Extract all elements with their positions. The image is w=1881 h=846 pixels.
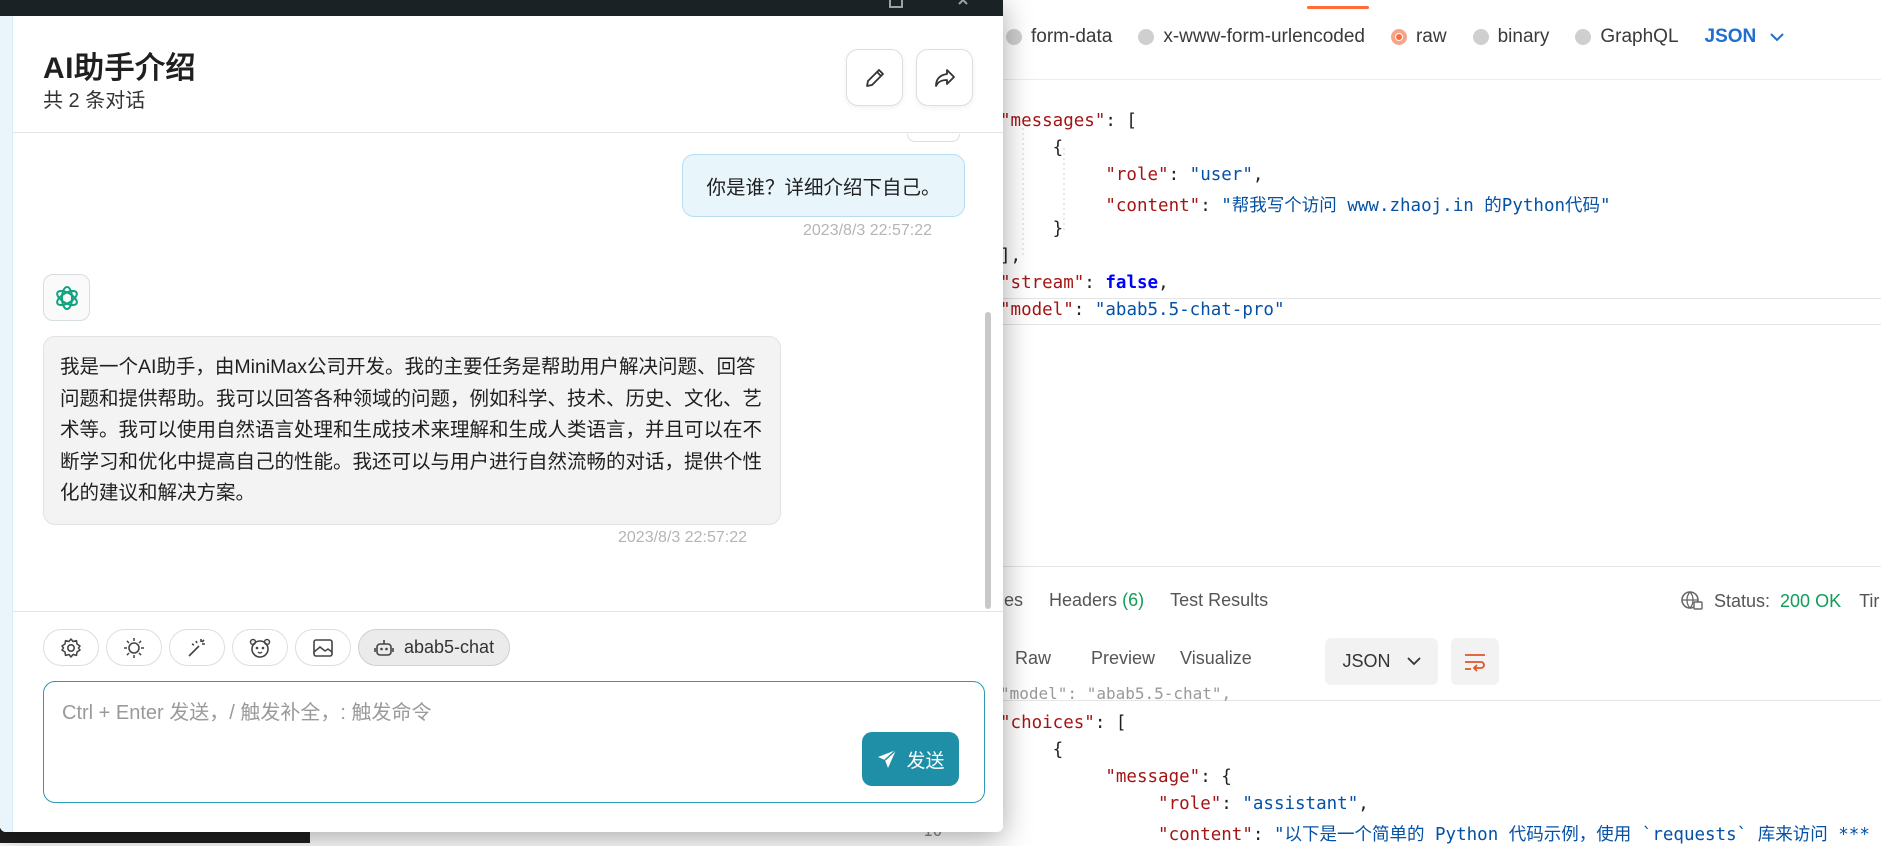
code-line: ], <box>1000 246 1022 266</box>
wrap-lines-icon <box>1465 653 1485 672</box>
model-selector[interactable]: abab5-chat <box>358 629 511 666</box>
pencil-icon <box>865 68 884 87</box>
radio-graphql[interactable]: GraphQL <box>1575 26 1679 48</box>
code-line: "messages": [ <box>1000 111 1137 131</box>
code-line: "role": "user", <box>1105 165 1264 185</box>
theme-icon <box>124 637 144 658</box>
code-line-partial: "model": "abab5.5-chat", <box>1000 684 1232 703</box>
response-status: Status: 200 OK Tir <box>1680 590 1879 612</box>
tab-bodies-partial[interactable]: ies <box>1000 590 1023 611</box>
radio-x-www-form-urlencoded[interactable]: x-www-form-urlencoded <box>1138 26 1365 48</box>
message-count: 共 2 条对话 <box>43 90 146 112</box>
radio-form-data[interactable]: form-data <box>1006 26 1112 48</box>
close-icon[interactable] <box>958 0 972 6</box>
share-icon <box>934 68 955 87</box>
active-tab-underline <box>1307 6 1369 9</box>
restore-icon[interactable] <box>889 0 903 8</box>
view-tab-visualize[interactable]: Visualize <box>1170 638 1267 679</box>
radio-raw[interactable]: raw <box>1390 26 1447 48</box>
view-tab-preview[interactable]: Preview <box>1066 638 1170 679</box>
chat-header: AI助手介绍 共 2 条对话 <box>13 16 1003 133</box>
settings-icon <box>61 637 81 658</box>
status-code: 200 OK <box>1780 590 1842 611</box>
tab-headers[interactable]: Headers (6) <box>1049 590 1144 611</box>
assistant-avatar <box>43 274 90 321</box>
code-line: "content": "以下是一个简单的 Python 代码示例，使用 `req… <box>1158 825 1870 845</box>
chat-modal: AI助手介绍 共 2 条对话 你是谁？详细介绍下自己。 2023/8/3 22:… <box>0 0 1003 832</box>
sidebar-edge <box>0 16 13 832</box>
modal-titlebar <box>0 0 1003 16</box>
body-type-radio-group: form-data x-www-form-urlencoded raw bina… <box>1006 26 1784 48</box>
code-line: } <box>1000 219 1064 239</box>
chat-toolbar: abab5-chat <box>43 629 511 666</box>
send-icon <box>878 749 897 768</box>
message-timestamp: 2023/8/3 22:57:22 <box>803 222 933 239</box>
chevron-down-icon <box>1406 657 1421 666</box>
mask-button[interactable] <box>232 629 288 666</box>
raw-format-dropdown[interactable]: JSON <box>1705 26 1785 48</box>
share-button[interactable] <box>916 49 973 106</box>
settings-button[interactable] <box>43 629 99 666</box>
message-action-button-partial[interactable] <box>907 134 960 142</box>
code-line: "content": "帮我写个访问 www.zhaoj.in 的Python代… <box>1105 196 1611 216</box>
image-icon <box>313 638 333 657</box>
code-line: "stream": false, <box>1000 273 1169 293</box>
robot-icon <box>374 639 394 656</box>
magic-wand-icon <box>188 638 205 657</box>
radio-icon <box>1472 29 1489 45</box>
chat-title: AI助手介绍 <box>43 52 196 85</box>
message-timestamp: 2023/8/3 22:57:22 <box>618 529 748 546</box>
tab-test-results[interactable]: Test Results <box>1170 590 1268 611</box>
response-tabs: ies Headers (6) Test Results <box>1000 590 1268 611</box>
chevron-down-icon <box>1770 32 1784 41</box>
mask-icon <box>249 638 271 658</box>
user-message: 你是谁？详细介绍下自己。 <box>682 154 965 217</box>
assistant-message: 我是一个AI助手，由MiniMax公司开发。我的主要任务是帮助用户解决问题、回答… <box>43 336 781 525</box>
radio-binary[interactable]: binary <box>1472 26 1549 48</box>
radio-icon <box>1575 29 1592 45</box>
chat-scrollbar[interactable] <box>985 312 991 609</box>
response-divider <box>990 566 1881 567</box>
openai-logo-icon <box>55 285 78 310</box>
response-format-dropdown[interactable]: JSON <box>1325 638 1438 685</box>
response-view-tabs: Raw Preview Visualize <box>1000 638 1267 679</box>
chat-input-box: 发送 <box>43 681 985 803</box>
theme-button[interactable] <box>106 629 162 666</box>
chat-input-panel: abab5-chat 发送 <box>13 611 1003 832</box>
rename-button[interactable] <box>846 49 903 106</box>
code-line: { <box>1000 740 1064 760</box>
wrap-lines-button[interactable] <box>1451 638 1499 685</box>
radio-icon <box>1138 29 1155 45</box>
prompt-button[interactable] <box>169 629 225 666</box>
code-line: "model": "abab5.5-chat-pro" <box>1000 300 1285 320</box>
code-line: "message": { <box>1105 767 1232 787</box>
radio-icon <box>1006 29 1022 45</box>
code-line: "role": "assistant", <box>1158 794 1369 814</box>
code-line: "choices": [ <box>1000 713 1127 733</box>
code-line: { <box>1000 138 1064 158</box>
send-button[interactable]: 发送 <box>862 732 959 786</box>
radio-selected-icon <box>1390 29 1407 45</box>
view-tab-raw[interactable]: Raw <box>1000 638 1066 679</box>
image-button[interactable] <box>295 629 351 666</box>
chat-input[interactable] <box>62 696 962 736</box>
globe-lock-icon <box>1681 591 1703 610</box>
